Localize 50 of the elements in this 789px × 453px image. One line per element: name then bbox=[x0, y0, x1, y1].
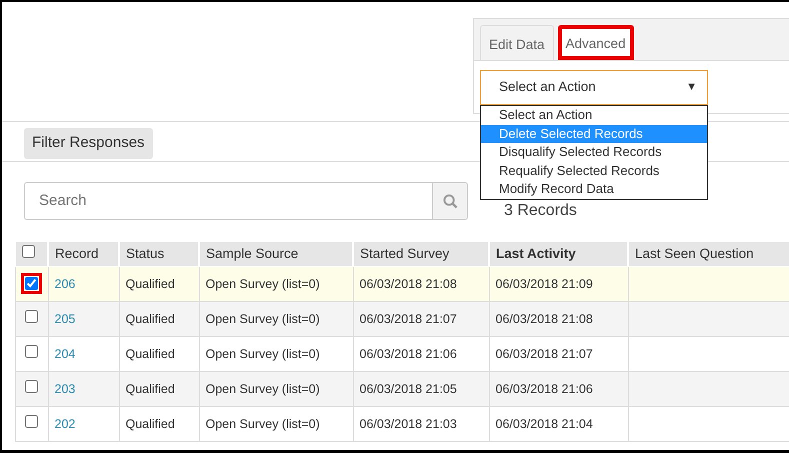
row-checkbox[interactable] bbox=[25, 414, 38, 428]
table-cell: 06/03/2018 21:07 bbox=[489, 336, 628, 372]
dropdown-option[interactable]: Select an Action bbox=[481, 106, 707, 125]
filter-button[interactable]: Filter Responses bbox=[24, 128, 153, 158]
table-cell: Qualified bbox=[119, 302, 199, 336]
record-count: 3 Records bbox=[504, 201, 577, 221]
column-header[interactable]: Record bbox=[48, 242, 119, 266]
table-cell: 06/03/2018 21:08 bbox=[353, 266, 489, 302]
table-cell: Qualified bbox=[119, 406, 199, 442]
column-header[interactable]: Last Activity bbox=[489, 242, 628, 266]
table-cell: 06/03/2018 21:03 bbox=[353, 406, 489, 442]
column-header[interactable]: Sample Source bbox=[199, 242, 353, 266]
caret-icon: ▼ bbox=[686, 79, 697, 96]
search-icon bbox=[442, 194, 458, 208]
search-field[interactable]: Search bbox=[24, 182, 432, 220]
row-checkbox[interactable] bbox=[25, 276, 38, 290]
record-link[interactable]: 204 bbox=[54, 346, 76, 361]
table-cell: 06/03/2018 21:06 bbox=[489, 372, 628, 406]
table-cell: 06/03/2018 21:07 bbox=[353, 302, 489, 336]
action-select[interactable]: Select an Action ▼ bbox=[480, 70, 708, 105]
select-all-checkbox[interactable] bbox=[22, 244, 35, 258]
record-link[interactable]: 205 bbox=[54, 312, 76, 326]
column-header[interactable]: Started Survey bbox=[353, 242, 489, 266]
tab[interactable]: Advanced bbox=[558, 25, 634, 60]
record-link[interactable]: 206 bbox=[54, 276, 76, 291]
table-cell: Qualified bbox=[119, 336, 199, 372]
table-cell: Open Survey (list=0) bbox=[199, 406, 353, 442]
record-link[interactable]: 202 bbox=[54, 416, 76, 431]
table-cell: 06/03/2018 21:06 bbox=[353, 336, 489, 372]
search-button[interactable] bbox=[432, 182, 468, 220]
table-cell: 06/03/2018 21:08 bbox=[489, 302, 628, 336]
table-cell: Qualified bbox=[119, 372, 199, 406]
dropdown-option[interactable]: Disqualify Selected Records bbox=[481, 143, 707, 162]
column-header[interactable]: Last Seen Question bbox=[628, 242, 789, 266]
dropdown-option[interactable]: Modify Record Data bbox=[481, 180, 707, 199]
row-checkbox[interactable] bbox=[25, 344, 38, 358]
table-cell: Qualified bbox=[119, 266, 199, 302]
table-cell: 06/03/2018 21:05 bbox=[353, 372, 489, 406]
record-link[interactable]: 203 bbox=[54, 382, 76, 396]
row-checkbox[interactable] bbox=[25, 380, 38, 393]
column-header[interactable]: Status bbox=[119, 242, 199, 266]
table-cell: Open Survey (list=0) bbox=[199, 302, 353, 336]
table-cell: Open Survey (list=0) bbox=[199, 372, 353, 406]
table-cell: Open Survey (list=0) bbox=[199, 336, 353, 372]
table-cell: 06/03/2018 21:09 bbox=[489, 266, 628, 302]
table-cell: 06/03/2018 21:04 bbox=[489, 406, 628, 442]
dropdown-option[interactable]: Requalify Selected Records bbox=[481, 162, 707, 180]
table-cell: Open Survey (list=0) bbox=[199, 266, 353, 302]
tab[interactable]: Edit Data bbox=[480, 25, 554, 60]
row-checkbox[interactable] bbox=[25, 310, 38, 323]
